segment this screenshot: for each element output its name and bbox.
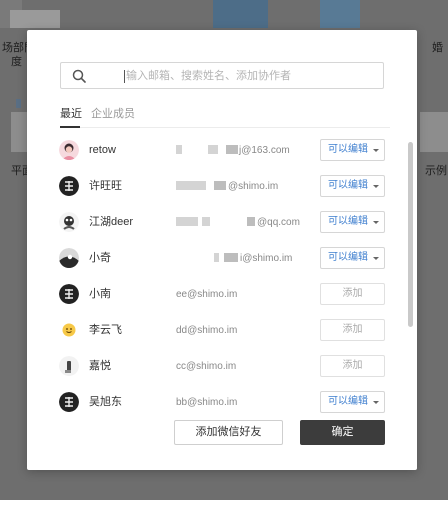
list-item: 小南 ee@shimo.im 添加 xyxy=(54,277,387,313)
chevron-down-icon xyxy=(373,185,379,188)
text-caret xyxy=(124,70,125,83)
search-input[interactable] xyxy=(126,66,376,86)
redacted-email-part xyxy=(202,217,210,226)
scrollbar-thumb[interactable] xyxy=(408,142,413,327)
add-collaborator-dialog: 最近 企业成员 retow j@163.com 可以编辑 xyxy=(27,30,417,470)
permission-dropdown[interactable]: 可以编辑 xyxy=(320,211,385,233)
search-box[interactable] xyxy=(60,62,384,89)
permission-label: 可以编辑 xyxy=(328,180,368,191)
redacted-email-part xyxy=(226,145,238,154)
avatar xyxy=(59,284,79,304)
chevron-down-icon xyxy=(373,401,379,404)
background-label: 婚 xyxy=(432,42,443,54)
permission-dropdown[interactable]: 可以编辑 xyxy=(320,175,385,197)
list-item: 嘉悦 cc@shimo.im 添加 xyxy=(54,349,387,385)
active-tab-indicator xyxy=(60,126,80,128)
add-wechat-friend-button[interactable]: 添加微信好友 xyxy=(174,420,283,445)
member-email: ee@shimo.im xyxy=(176,289,238,300)
member-email: @shimo.im xyxy=(228,181,279,192)
avatar xyxy=(59,320,79,340)
avatar xyxy=(59,176,79,196)
background-card xyxy=(11,112,27,152)
list-item: 许旺旺 @shimo.im 可以编辑 xyxy=(54,169,387,205)
background-card xyxy=(10,10,60,28)
avatar xyxy=(59,392,79,412)
member-name: retow xyxy=(89,144,116,156)
add-member-button[interactable]: 添加 xyxy=(320,283,385,305)
member-name: 吴旭东 xyxy=(89,396,122,408)
background-label: 示例 xyxy=(425,165,447,177)
background-thumbnail xyxy=(320,0,360,28)
member-list: retow j@163.com 可以编辑 许旺旺 @shimo.im 可以编辑 xyxy=(54,133,387,415)
member-email: j@163.com xyxy=(239,145,290,156)
background-thumbnail xyxy=(213,0,268,28)
redacted-email-part xyxy=(176,181,206,190)
chevron-down-icon xyxy=(373,149,379,152)
chevron-down-icon xyxy=(373,221,379,224)
member-email: bb@shimo.im xyxy=(176,397,238,408)
member-email: cc@shimo.im xyxy=(176,361,237,372)
member-name: 江湖deer xyxy=(89,216,134,228)
member-name: 嘉悦 xyxy=(89,360,111,372)
redacted-email-part xyxy=(176,145,182,154)
confirm-button[interactable]: 确定 xyxy=(300,420,385,445)
permission-dropdown[interactable]: 可以编辑 xyxy=(320,139,385,161)
background-thumbnail xyxy=(16,99,21,108)
background-card xyxy=(420,112,448,152)
redacted-email-part xyxy=(214,253,219,262)
list-item: 小奇 i@shimo.im 可以编辑 xyxy=(54,241,387,277)
redacted-email-part xyxy=(176,217,198,226)
member-email: @qq.com xyxy=(257,217,300,228)
avatar xyxy=(59,356,79,376)
search-icon xyxy=(72,69,86,83)
list-item: 李云飞 dd@shimo.im 添加 xyxy=(54,313,387,349)
redacted-email-part xyxy=(224,253,238,262)
tab-recent[interactable]: 最近 xyxy=(60,107,82,121)
member-email: dd@shimo.im xyxy=(176,325,238,336)
permission-label: 可以编辑 xyxy=(328,396,368,407)
permission-dropdown[interactable]: 可以编辑 xyxy=(320,247,385,269)
member-name: 小南 xyxy=(89,288,111,300)
chevron-down-icon xyxy=(373,257,379,260)
add-member-button[interactable]: 添加 xyxy=(320,355,385,377)
list-item: 江湖deer @qq.com 可以编辑 xyxy=(54,205,387,241)
avatar xyxy=(59,248,79,268)
member-name: 小奇 xyxy=(89,252,111,264)
member-name: 李云飞 xyxy=(89,324,122,336)
avatar xyxy=(59,212,79,232)
permission-label: 可以编辑 xyxy=(328,216,368,227)
permission-dropdown[interactable]: 可以编辑 xyxy=(320,391,385,413)
permission-label: 可以编辑 xyxy=(328,252,368,263)
member-email: i@shimo.im xyxy=(240,253,293,264)
tab-enterprise-members[interactable]: 企业成员 xyxy=(91,107,135,121)
redacted-email-part xyxy=(214,181,226,190)
list-item: 吴旭东 bb@shimo.im 可以编辑 xyxy=(54,385,387,415)
permission-label: 可以编辑 xyxy=(328,144,368,155)
redacted-email-part xyxy=(208,145,218,154)
add-member-button[interactable]: 添加 xyxy=(320,319,385,341)
avatar xyxy=(59,140,79,160)
list-item: retow j@163.com 可以编辑 xyxy=(54,133,387,169)
member-name: 许旺旺 xyxy=(89,180,122,192)
redacted-email-part xyxy=(247,217,255,226)
tab-bar: 最近 企业成员 xyxy=(60,105,390,128)
background-label: 度 xyxy=(11,56,22,68)
